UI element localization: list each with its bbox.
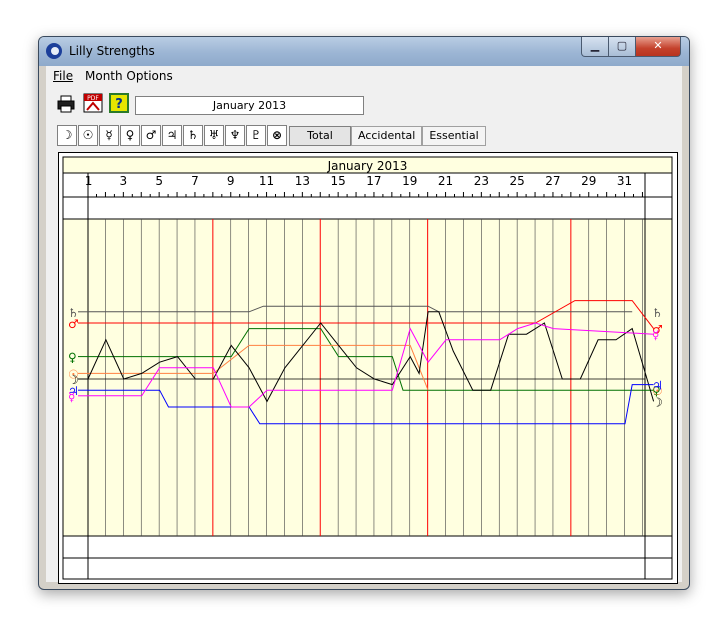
series-label-left: ☿	[68, 390, 75, 404]
app-window: Lilly Strengths ▁ ▢ ✕ File Month Options…	[38, 36, 690, 590]
x-tick-label: 25	[510, 174, 525, 188]
pluto-button[interactable]: ♇	[246, 125, 266, 146]
mars-button[interactable]: ♂	[141, 125, 161, 146]
minimize-button[interactable]: ▁	[581, 37, 609, 57]
svg-text:?: ?	[115, 97, 123, 112]
strength-chart: January 20131 3 5 7 9 11 13 15 17 19 21 23 25 27 29 31♄…	[62, 156, 673, 580]
fortune-button[interactable]: ⊗	[267, 125, 287, 146]
app-icon	[46, 43, 62, 59]
x-tick-label: 31	[617, 174, 632, 188]
title-bar: Lilly Strengths ▁ ▢ ✕	[39, 37, 689, 66]
sun-button[interactable]: ☉	[78, 125, 98, 146]
mercury-button[interactable]: ☿	[99, 125, 119, 146]
x-tick-label: 9	[227, 174, 235, 188]
tab-total[interactable]: Total	[289, 126, 351, 146]
x-tick-label: 23	[474, 174, 489, 188]
svg-text:PDF: PDF	[87, 95, 99, 102]
tab-accidental[interactable]: Accidental	[351, 126, 423, 146]
menu-month-options[interactable]: Month Options	[85, 69, 173, 83]
x-tick-label: 19	[402, 174, 417, 188]
help-icon[interactable]: ?	[109, 93, 129, 113]
x-tick-label: 3	[120, 174, 128, 188]
saturn-button[interactable]: ♄	[183, 125, 203, 146]
series-label-left: ♂	[68, 317, 79, 331]
x-tick-label: 27	[545, 174, 560, 188]
date-field[interactable]: January 2013	[135, 96, 364, 115]
jupiter-button[interactable]: ♃	[162, 125, 182, 146]
planet-toggle-bar: ☽ ☉ ☿ ♀ ♂ ♃ ♄ ♅ ♆ ♇ ⊗	[57, 125, 288, 146]
moon-button[interactable]: ☽	[57, 125, 77, 146]
x-tick-label: 29	[581, 174, 596, 188]
series-label-left: ♀	[68, 351, 77, 365]
close-button[interactable]: ✕	[635, 37, 681, 57]
x-tick-label: 13	[295, 174, 310, 188]
menu-bar: File Month Options	[46, 66, 682, 87]
window-title: Lilly Strengths	[69, 44, 155, 58]
x-tick-label: 5	[155, 174, 163, 188]
x-tick-label: 17	[366, 174, 381, 188]
series-label-right: ☽	[652, 395, 663, 409]
x-tick-label: 11	[259, 174, 274, 188]
series-label-right: ♄	[652, 306, 663, 320]
toolbar: PDF ? January 2013 ☽ ☉ ☿ ♀ ♂ ♃ ♄ ♅ ♆ ♇ ⊗	[46, 86, 682, 146]
tab-essential[interactable]: Essential	[422, 126, 486, 146]
neptune-button[interactable]: ♆	[225, 125, 245, 146]
venus-button[interactable]: ♀	[120, 125, 140, 146]
client-area: File Month Options PDF ? January 2013 ☽	[46, 66, 682, 584]
x-tick-label: 15	[331, 174, 346, 188]
x-tick-label: 21	[438, 174, 453, 188]
uranus-button[interactable]: ♅	[204, 125, 224, 146]
chart-title: January 2013	[327, 159, 408, 173]
maximize-button[interactable]: ▢	[608, 37, 636, 57]
menu-file[interactable]: File	[53, 69, 73, 83]
printer-icon[interactable]	[56, 94, 76, 114]
series-label-right: ♃	[652, 379, 663, 393]
pdf-icon[interactable]: PDF	[83, 93, 103, 113]
strength-chart-panel: January 2013 1 3 5 7 9 11 13 15 17 19 21 23 25 27 29 31 ♄…	[58, 152, 678, 584]
mode-tabs: Total Accidental Essential	[289, 126, 486, 146]
series-label-right: ☿	[652, 328, 659, 342]
chart-background	[62, 156, 673, 580]
x-tick-label: 7	[191, 174, 199, 188]
x-tick-label: 1	[85, 174, 93, 188]
